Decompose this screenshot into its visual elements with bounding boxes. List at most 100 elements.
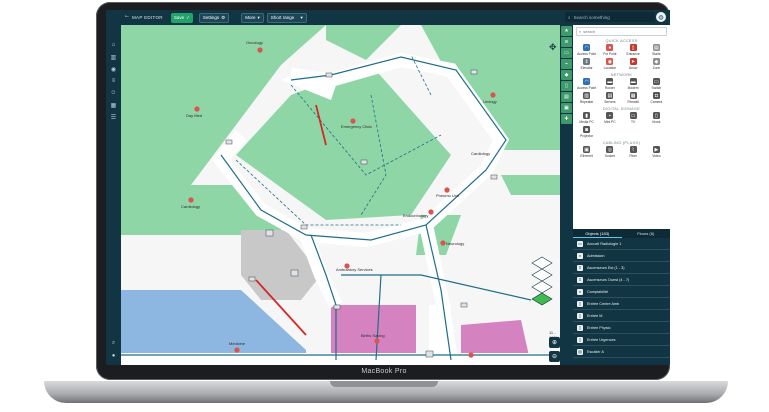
search-icon[interactable]: ⌕ xyxy=(106,337,121,349)
globe-icon[interactable]: ◍ xyxy=(656,12,666,22)
zoom-out-button[interactable]: ⊖ xyxy=(549,351,560,362)
floor-map-canvas[interactable]: Oncology Day Med Emergency Clinic Urolog… xyxy=(121,25,560,365)
palette-item[interactable]: ▤ Stairs xyxy=(645,44,668,56)
search-icon: ⌕ xyxy=(579,29,582,34)
floors-icon[interactable]: ≡ xyxy=(106,75,121,87)
category-tab-cabling[interactable]: ⌁ xyxy=(561,59,572,69)
category-tab-stairs[interactable]: ▤ xyxy=(561,92,572,102)
palette-item[interactable]: ◠ Access Point xyxy=(575,78,598,90)
poi-pin[interactable] xyxy=(468,352,474,358)
object-row[interactable]: ▭ Accueil Radiologie 1 xyxy=(573,238,670,250)
palette-item[interactable]: ▬ Modem xyxy=(622,78,645,90)
palette-item[interactable]: ▤ Servers xyxy=(598,92,621,104)
object-row[interactable]: ▤ Escalier A xyxy=(573,346,670,358)
palette-item[interactable]: ◙ Projector xyxy=(575,126,598,138)
device-icon[interactable] xyxy=(333,304,341,310)
palette-item[interactable]: ➤ Arrow xyxy=(622,58,645,70)
poi-pin[interactable] xyxy=(257,47,263,53)
poi-pin[interactable] xyxy=(440,240,446,246)
poi-pin[interactable] xyxy=(490,92,496,98)
object-row[interactable]: ⇕ Ascenseurs Ouest (4 - 7) xyxy=(573,274,670,286)
map-label: Medicine xyxy=(229,341,246,346)
category-tab-signage[interactable]: ▭ xyxy=(561,48,572,58)
poi-pin[interactable] xyxy=(194,106,200,112)
poi-pin[interactable] xyxy=(344,263,350,269)
home-icon[interactable]: ⌂ xyxy=(106,39,121,51)
object-row[interactable]: ● Comptabilité xyxy=(573,286,670,298)
category-tab-misc[interactable]: ✚ xyxy=(561,114,572,124)
device-icon[interactable] xyxy=(470,69,478,75)
poi-pin[interactable] xyxy=(444,187,450,193)
palette-item[interactable]: ● Poi Point xyxy=(598,44,621,56)
palette-item[interactable]: ◉ Location xyxy=(598,58,621,70)
device-icon[interactable] xyxy=(225,139,233,145)
palette-item[interactable]: ▭ TV xyxy=(622,112,645,124)
device-icon[interactable] xyxy=(425,350,434,358)
device-icon[interactable] xyxy=(490,174,498,180)
location-icon[interactable]: ◉ xyxy=(106,63,121,75)
fiber-icon: ⌇ xyxy=(629,146,637,153)
list-icon[interactable]: ☰ xyxy=(106,111,121,123)
poi-pin[interactable] xyxy=(428,209,434,215)
device-icon[interactable] xyxy=(265,229,274,237)
poi-pin[interactable] xyxy=(234,347,240,353)
tab-floors[interactable]: Floors (6) xyxy=(622,229,671,238)
object-row[interactable]: ▯ Entrée Physio xyxy=(573,322,670,334)
object-row[interactable]: ⇕ Ascenseurs Est (1 - 3) xyxy=(573,262,670,274)
move-icon[interactable]: ✥ xyxy=(549,42,557,52)
palette-item[interactable]: ◠ Access Point xyxy=(575,44,598,56)
palette-item[interactable]: ⌇ Fiber xyxy=(622,146,645,158)
palette-item[interactable]: ⇕ Elevator xyxy=(575,58,598,70)
category-tab-quick[interactable]: ★ xyxy=(561,26,572,36)
device-icon[interactable] xyxy=(300,224,308,230)
device-icon[interactable] xyxy=(290,269,299,277)
palette-item[interactable]: ◎ Socket xyxy=(598,146,621,158)
palette-item-label: Fiber xyxy=(629,154,637,158)
device-icon[interactable] xyxy=(460,302,468,308)
search-input[interactable]: ⌕ Search something xyxy=(565,12,655,22)
palette-item[interactable]: ▯ Entrance xyxy=(622,44,645,56)
door-icon: ▯ xyxy=(629,44,637,51)
object-row[interactable]: ▯ Entrée Urgences xyxy=(573,334,670,346)
poi-pin[interactable] xyxy=(374,338,380,344)
zoom-in-button[interactable]: ⊕ xyxy=(549,337,560,348)
save-button[interactable]: Save ✓ xyxy=(170,12,193,23)
palette-search-input[interactable]: ⌕ search xyxy=(576,27,667,36)
palette-item[interactable]: ▪ Mini PC xyxy=(598,112,621,124)
category-tab-zones[interactable]: ◆ xyxy=(561,70,572,80)
avatar[interactable]: ● xyxy=(106,350,121,362)
palette-item[interactable]: ▣ Ethernet xyxy=(575,146,598,158)
category-tab-doors[interactable]: ▯ xyxy=(561,81,572,91)
laptop-notch xyxy=(330,381,438,387)
palette-item[interactable]: ▮ Media PC xyxy=(575,112,598,124)
device-icon[interactable] xyxy=(248,276,256,282)
palette-item[interactable]: ◆ Zone xyxy=(645,58,668,70)
palette-item-label: Media PC xyxy=(579,120,594,124)
category-tab-furniture[interactable]: ▣ xyxy=(561,103,572,113)
poi-pin[interactable] xyxy=(188,197,194,203)
palette-item[interactable]: ◘ Camera xyxy=(645,92,668,104)
object-row[interactable]: ▯ Entrée M xyxy=(573,310,670,322)
range-select[interactable]: Short range ▾ xyxy=(266,12,307,23)
palette-item[interactable]: ▬ Router xyxy=(598,78,621,90)
device-icon[interactable] xyxy=(360,159,368,165)
palette-item[interactable]: ▦ Firewall xyxy=(622,92,645,104)
back-icon[interactable]: ← xyxy=(124,13,130,19)
palette-item-label: Poi Point xyxy=(603,52,617,56)
grid-icon[interactable]: ▦ xyxy=(106,99,121,111)
object-row[interactable]: ▯ Entrée Centre Amb xyxy=(573,298,670,310)
palette-item[interactable]: ▭ Switch xyxy=(645,78,668,90)
more-button[interactable]: More ▾ xyxy=(241,12,264,23)
person-icon[interactable]: ☺ xyxy=(106,87,121,99)
category-tab-network[interactable]: ≋ xyxy=(561,37,572,47)
settings-button[interactable]: Settings ⚙ xyxy=(198,12,230,23)
palette-item[interactable]: ▶ Video xyxy=(645,146,668,158)
palette-item[interactable]: ▯ Kiosk xyxy=(645,112,668,124)
device-icon[interactable] xyxy=(325,72,333,78)
tab-objects[interactable]: Objects (183) xyxy=(573,229,622,238)
palette-item[interactable]: ▥ Repeater xyxy=(575,92,598,104)
object-row[interactable]: ● Admission xyxy=(573,250,670,262)
palette-item-label: Elevator xyxy=(580,66,593,70)
poi-pin[interactable] xyxy=(350,118,356,124)
building-icon[interactable]: ▥ xyxy=(106,51,121,63)
